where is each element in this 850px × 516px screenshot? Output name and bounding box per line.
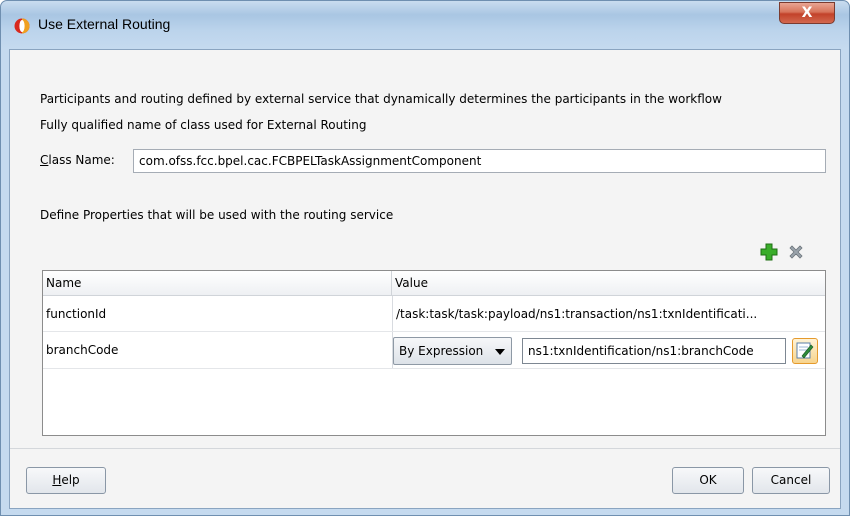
add-property-button[interactable] (758, 241, 780, 263)
mode-dropdown[interactable]: By Expression (393, 337, 512, 365)
mode-dropdown-value: By Expression (399, 344, 484, 358)
row-1-value[interactable]: /task:task/task:payload/ns1:transaction/… (393, 297, 825, 331)
properties-heading: Define Properties that will be used with… (40, 208, 394, 222)
dialog-body: Participants and routing defined by exte… (9, 49, 841, 509)
column-header-value[interactable]: Value (392, 271, 825, 296)
edit-expression-icon (796, 342, 814, 359)
dialog-window: Use External Routing X Participants and … (0, 0, 850, 516)
close-icon: X (801, 5, 813, 21)
remove-property-button[interactable] (786, 242, 808, 264)
cancel-button[interactable]: Cancel (752, 467, 830, 494)
ok-button[interactable]: OK (672, 467, 744, 494)
chevron-down-icon (495, 349, 505, 355)
close-button[interactable]: X (779, 2, 835, 24)
help-button[interactable]: Help (26, 467, 106, 494)
row-1-name[interactable]: functionId (43, 297, 392, 331)
class-name-label: Class Name: (40, 153, 115, 167)
title-bar[interactable]: Use External Routing X (1, 1, 849, 49)
expression-value: ns1:txnIdentification/ns1:branchCode (528, 344, 754, 358)
column-header-name[interactable]: Name (43, 271, 392, 296)
delete-x-icon (789, 245, 803, 259)
expression-field[interactable]: ns1:txnIdentification/ns1:branchCode (522, 338, 786, 364)
plus-icon (760, 243, 778, 261)
class-name-field[interactable]: com.ofss.fcc.bpel.cac.FCBPELTaskAssignme… (133, 149, 826, 173)
edit-expression-button[interactable] (792, 338, 818, 364)
row-2-name[interactable]: branchCode (43, 332, 392, 368)
intro-line-2: Fully qualified name of class used for E… (40, 118, 367, 132)
oracle-icon (13, 17, 31, 35)
properties-table: Name Value functionId /task:task/task:pa… (42, 270, 826, 436)
intro-line-1: Participants and routing defined by exte… (40, 92, 722, 106)
window-title: Use External Routing (38, 16, 171, 32)
